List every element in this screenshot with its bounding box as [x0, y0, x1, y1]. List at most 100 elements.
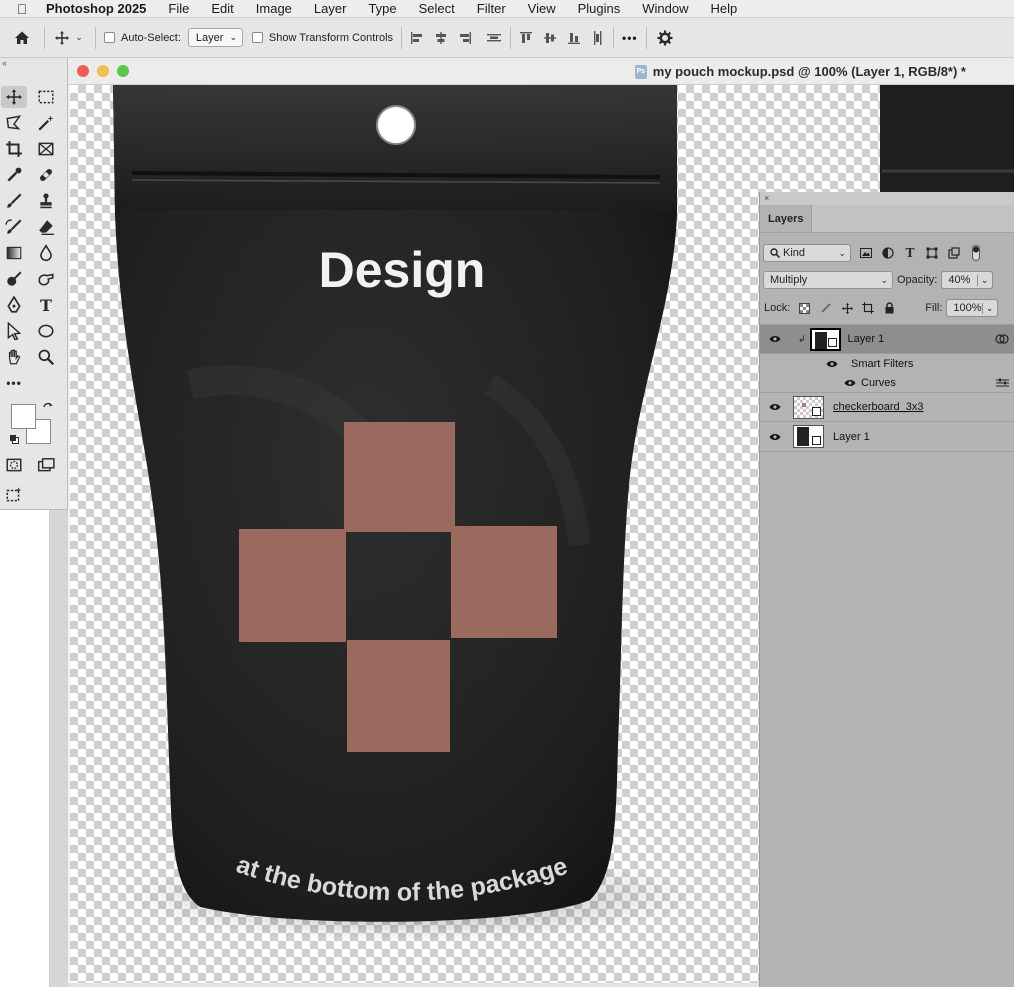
close-window-button[interactable] — [77, 65, 89, 77]
align-center-icon[interactable] — [434, 31, 448, 45]
history-brush-tool[interactable] — [1, 216, 27, 238]
zoom-tool[interactable] — [33, 346, 59, 368]
smudge-tool[interactable] — [33, 268, 59, 290]
more-tools-icon[interactable]: ••• — [1, 372, 27, 394]
visibility-eye-icon[interactable] — [769, 335, 781, 343]
more-options-icon[interactable]: ••• — [622, 31, 638, 45]
smart-filter-icon[interactable] — [995, 333, 1009, 345]
gradient-tool[interactable] — [1, 242, 27, 264]
chevron-down-icon: ⌄ — [976, 274, 988, 286]
menu-help[interactable]: Help — [700, 1, 749, 16]
generative-fill-tool[interactable] — [1, 484, 27, 506]
filter-type-icon[interactable]: T — [903, 246, 917, 260]
visibility-eye-icon[interactable] — [826, 360, 838, 368]
menu-image[interactable]: Image — [245, 1, 303, 16]
menu-window[interactable]: Window — [631, 1, 699, 16]
fill-input[interactable]: 100% ⌄ — [946, 299, 999, 317]
menu-app-name[interactable]: Photoshop 2025 — [44, 1, 157, 16]
lock-transparent-pixels-icon[interactable] — [797, 301, 811, 315]
quick-mask-tool[interactable] — [1, 454, 27, 476]
auto-select-target-dropdown[interactable]: Layer ⌄ — [187, 28, 243, 47]
pen-tool[interactable] — [1, 294, 27, 316]
marquee-tool[interactable] — [33, 86, 59, 108]
lock-position-icon[interactable] — [840, 301, 854, 315]
magic-wand-tool[interactable] — [33, 112, 59, 134]
blur-tool[interactable] — [33, 242, 59, 264]
eraser-tool[interactable] — [33, 216, 59, 238]
gear-icon[interactable] — [655, 30, 675, 46]
dodge-tool[interactable] — [1, 268, 27, 290]
smart-filters-row[interactable]: Smart Filters — [760, 355, 1014, 373]
visibility-eye-icon[interactable] — [769, 433, 781, 441]
type-tool[interactable]: T — [33, 294, 59, 316]
separator — [44, 26, 45, 49]
default-colors-icon[interactable] — [9, 434, 20, 445]
visibility-eye-icon[interactable] — [769, 403, 781, 411]
filter-toggle-icon[interactable] — [969, 245, 983, 261]
align-left-icon[interactable] — [410, 31, 424, 45]
align-top-icon[interactable] — [519, 31, 533, 45]
foreground-color-swatch[interactable] — [11, 404, 36, 429]
ellipse-tool[interactable] — [33, 320, 59, 342]
lasso-tool[interactable] — [1, 112, 27, 134]
layer-row-checkerboard[interactable]: checkerboard_3x3 — [760, 393, 1014, 422]
blend-opacity-row: Multiply ⌄ Opacity: 40% ⌄ — [760, 270, 1014, 290]
zoom-window-button[interactable] — [117, 65, 129, 77]
lock-image-pixels-icon[interactable] — [819, 301, 833, 315]
layer-thumbnail — [793, 395, 824, 419]
apple-icon[interactable]:  — [0, 1, 44, 17]
layer-row-layer-1-bottom[interactable]: Layer 1 — [760, 422, 1014, 452]
layer-row-layer-1-top[interactable]: ↲ Layer 1 — [760, 325, 1014, 354]
lock-all-icon[interactable] — [882, 301, 896, 315]
frame-tool[interactable] — [33, 138, 59, 160]
healing-brush-tool[interactable] — [33, 164, 59, 186]
minimize-window-button[interactable] — [97, 65, 109, 77]
tab-layers[interactable]: Layers — [760, 205, 813, 232]
hand-tool[interactable] — [1, 346, 27, 368]
distribute-horizontal-icon[interactable] — [486, 31, 502, 45]
screen-mode-tool[interactable] — [33, 454, 59, 476]
show-transform-checkbox[interactable] — [251, 32, 263, 43]
chevron-down-icon[interactable]: ⌄ — [71, 32, 87, 43]
curves-filter-row[interactable]: Curves — [760, 373, 1014, 393]
distribute-vertical-icon[interactable] — [591, 30, 605, 46]
menu-type[interactable]: Type — [357, 1, 407, 16]
lock-fill-row: Lock: Fill: 100% ⌄ — [760, 298, 1014, 318]
lock-artboard-icon[interactable] — [861, 301, 875, 315]
filter-shape-icon[interactable] — [925, 246, 939, 260]
filter-smart-object-icon[interactable] — [947, 246, 961, 260]
align-right-icon[interactable] — [458, 31, 472, 45]
crop-tool[interactable] — [1, 138, 27, 160]
menu-layer[interactable]: Layer — [303, 1, 358, 16]
menu-file[interactable]: File — [157, 1, 200, 16]
align-controls — [410, 31, 502, 45]
filter-blending-options-icon[interactable] — [996, 378, 1009, 388]
brush-tool[interactable] — [1, 190, 27, 212]
swap-colors-icon[interactable] — [42, 402, 54, 414]
menu-view[interactable]: View — [517, 1, 567, 16]
move-tool-icon[interactable] — [53, 30, 71, 46]
align-middle-icon[interactable] — [543, 31, 557, 45]
menu-bar:  Photoshop 2025 File Edit Image Layer T… — [0, 0, 1014, 18]
auto-select-checkbox[interactable] — [104, 32, 115, 43]
filter-kind-dropdown[interactable]: Kind ⌄ — [763, 244, 851, 262]
align-bottom-icon[interactable] — [567, 31, 581, 45]
menu-plugins[interactable]: Plugins — [567, 1, 632, 16]
menu-filter[interactable]: Filter — [466, 1, 517, 16]
visibility-eye-icon[interactable] — [844, 379, 856, 387]
blend-mode-dropdown[interactable]: Multiply ⌄ — [763, 271, 893, 289]
dodge-icon — [7, 271, 22, 286]
move-tool[interactable] — [1, 86, 27, 108]
eyedropper-tool[interactable] — [1, 164, 27, 186]
home-icon[interactable] — [0, 29, 44, 47]
path-selection-tool[interactable] — [1, 320, 27, 342]
opacity-input[interactable]: 40% ⌄ — [941, 271, 994, 289]
menu-edit[interactable]: Edit — [200, 1, 244, 16]
panel-close-icon[interactable]: × — [760, 192, 1014, 205]
filter-pixel-icon[interactable] — [859, 246, 873, 260]
clone-stamp-tool[interactable] — [33, 190, 59, 212]
filter-adjustment-icon[interactable] — [881, 246, 895, 260]
lasso-icon — [6, 115, 22, 130]
tools-panel-grip[interactable]: « — [0, 58, 67, 80]
menu-select[interactable]: Select — [408, 1, 466, 16]
